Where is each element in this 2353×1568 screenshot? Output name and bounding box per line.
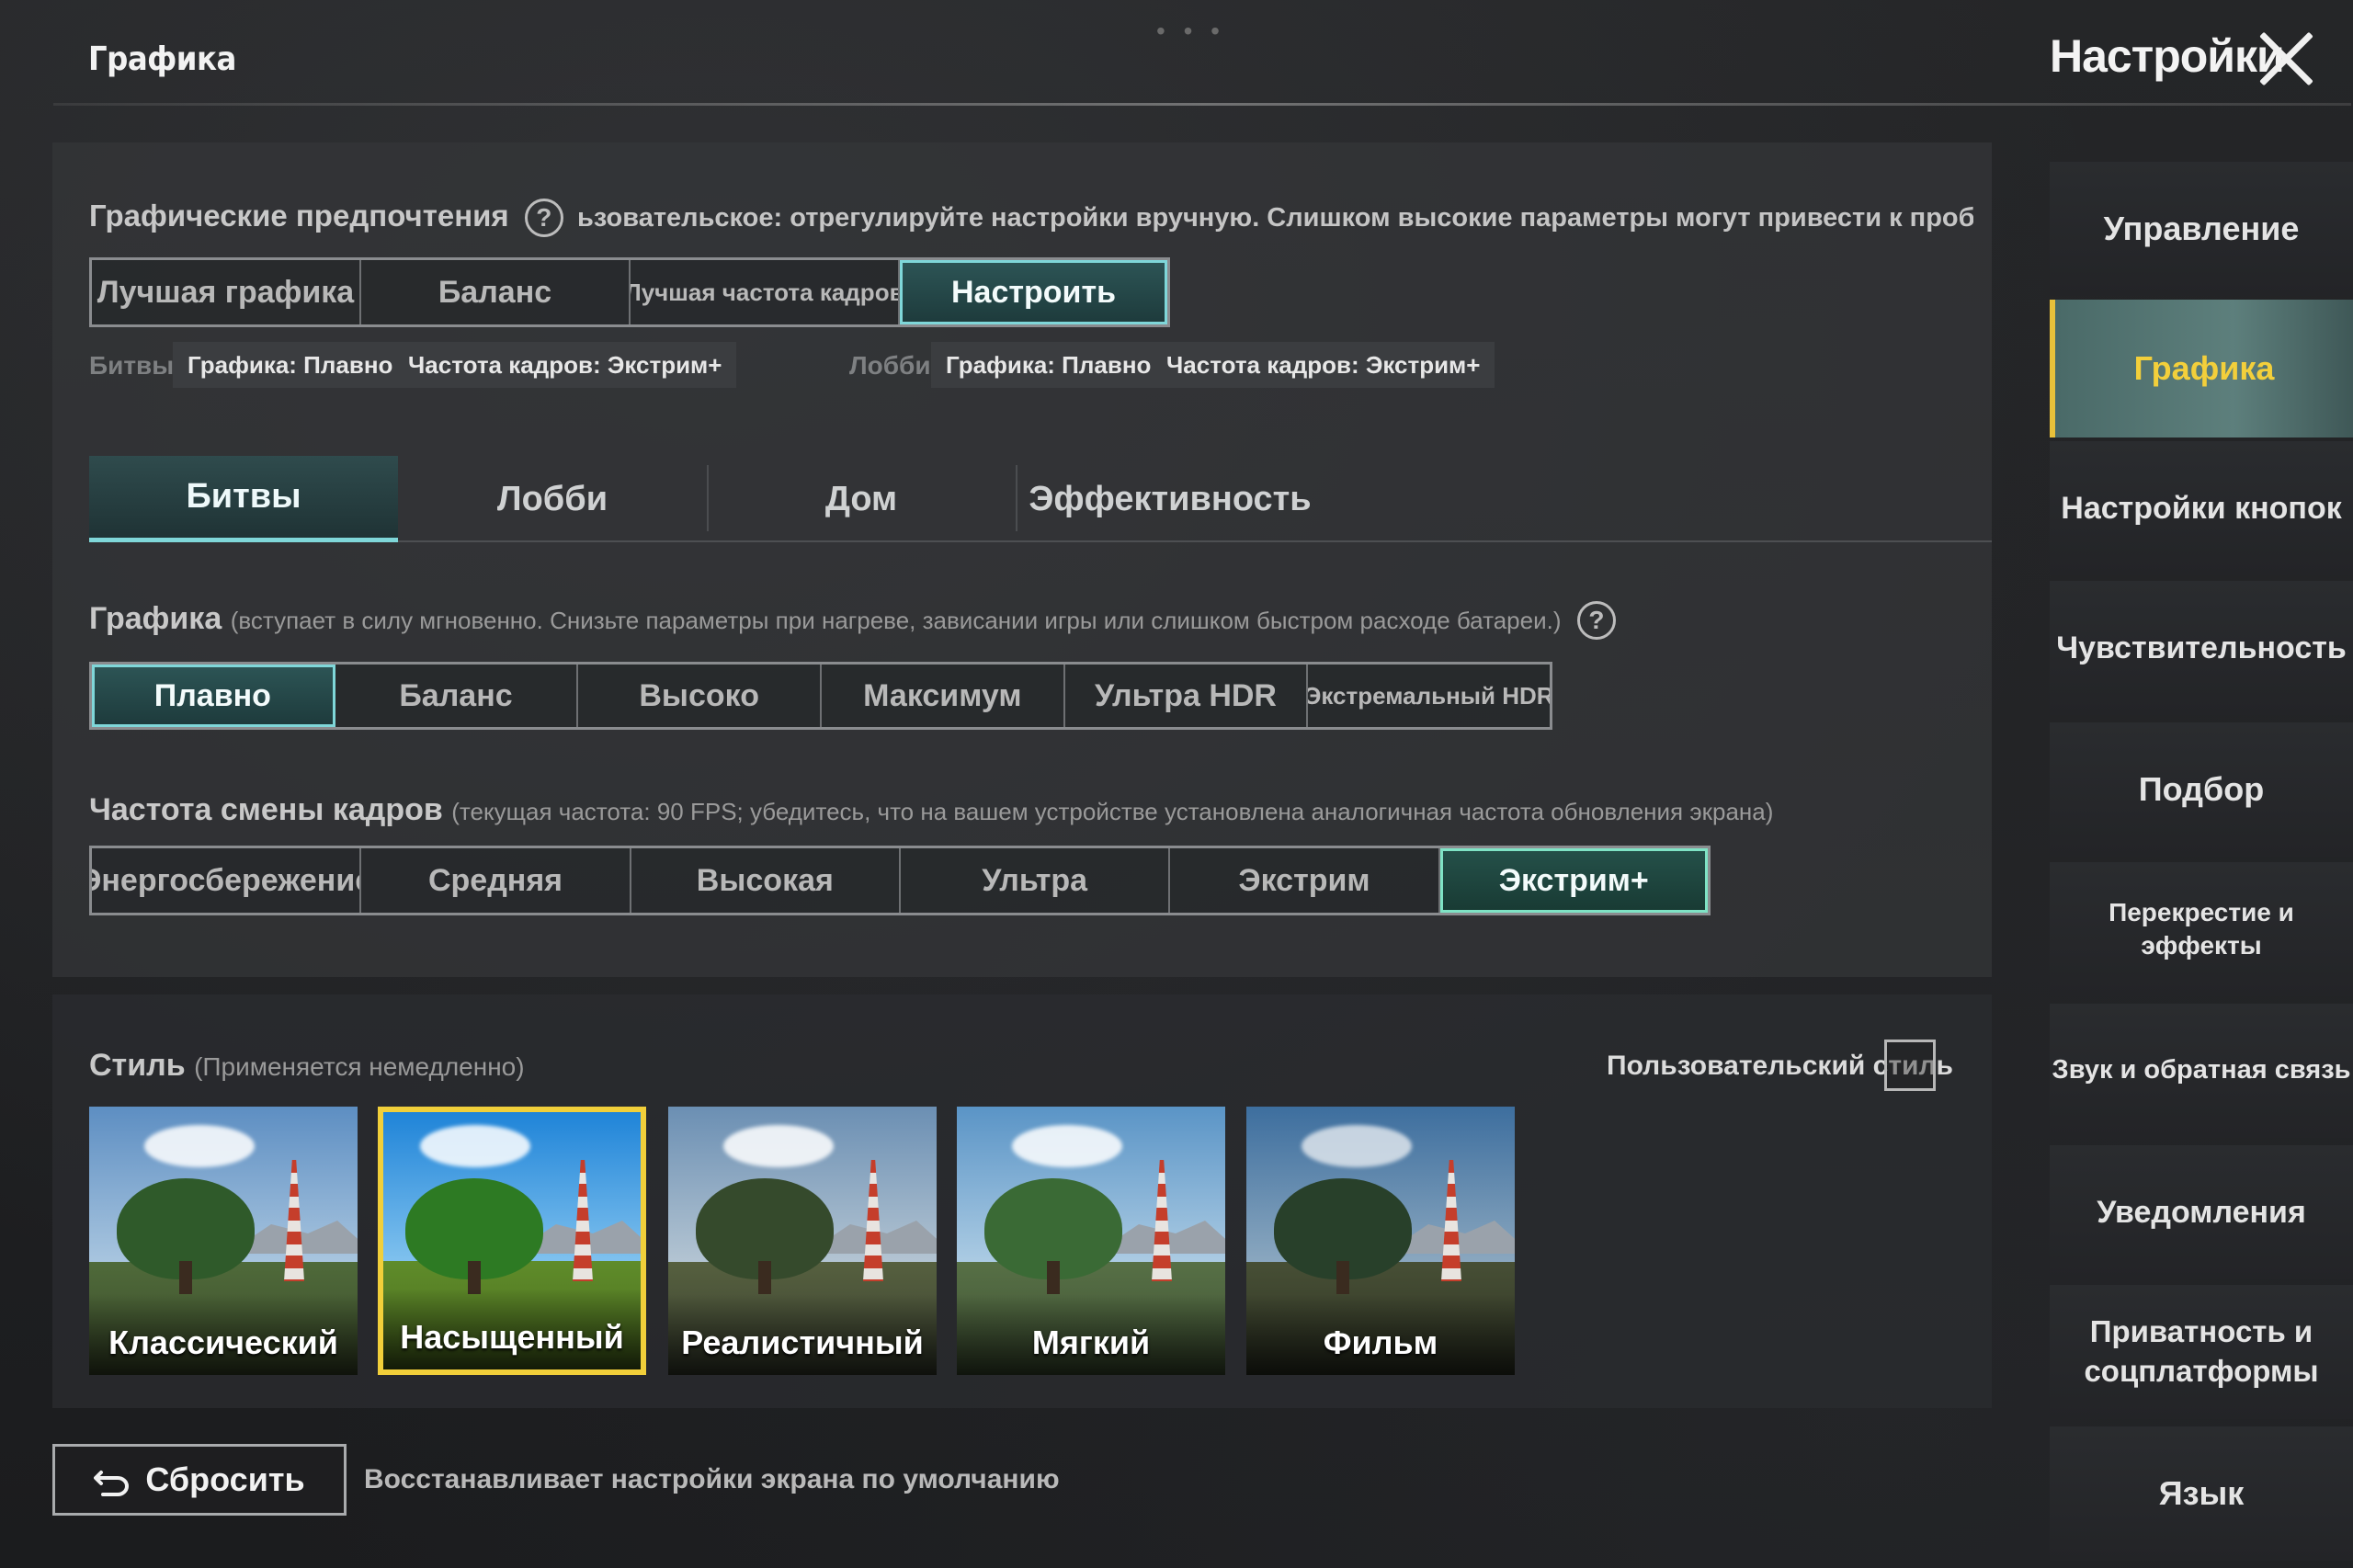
custom-style-checkbox[interactable]	[1884, 1040, 1936, 1091]
sidebar-item-matchmaking[interactable]: Подбор	[2050, 722, 2353, 857]
card-cloud	[1302, 1125, 1412, 1167]
card-cloud	[1012, 1125, 1122, 1167]
sidebar-item-button-settings[interactable]: Настройки кнопок	[2050, 441, 2353, 575]
reset-button[interactable]: Сбросить	[52, 1444, 347, 1516]
undo-icon	[94, 1466, 131, 1496]
tab-home[interactable]: Дом	[707, 456, 1016, 542]
framerate-extreme[interactable]: Экстрим	[1170, 848, 1440, 913]
sidebar-item-privacy[interactable]: Приватность и соцплатформы	[2050, 1285, 2353, 1419]
battle-framerate-chip: Частота кадров: Экстрим+	[393, 342, 737, 388]
card-trunk	[758, 1261, 771, 1294]
style-card-label: Классический	[108, 1324, 338, 1361]
framerate-high[interactable]: Высокая	[631, 848, 901, 913]
framerate-selector: Энергосбережение Средняя Высокая Ультра …	[89, 846, 1711, 915]
graphics-label: Графика	[89, 601, 222, 636]
graphics-extreme-hdr[interactable]: Экстремальный HDR	[1308, 665, 1550, 727]
style-row: Стиль (Применяется немедленно)	[89, 1048, 525, 1084]
lobby-summary-label: Лобби	[849, 351, 931, 380]
style-card-film[interactable]: Фильм	[1246, 1107, 1515, 1375]
reset-label: Сбросить	[145, 1460, 305, 1498]
framerate-ultra[interactable]: Ультра	[901, 848, 1171, 913]
style-card-classic[interactable]: Классический	[89, 1107, 358, 1375]
preferences-row: Графические предпочтения ? ьзовательское…	[89, 199, 1973, 238]
tab-battles[interactable]: Битвы	[89, 456, 398, 542]
card-trunk	[179, 1261, 192, 1294]
sidebar-item-sound-feedback[interactable]: Звук и обратная связь	[2050, 1004, 2353, 1138]
sidebar-item-controls[interactable]: Управление	[2050, 162, 2353, 296]
tab-lobby[interactable]: Лобби	[398, 456, 707, 542]
card-trunk	[1047, 1261, 1060, 1294]
top-bar: Графика • • • Настройки	[0, 0, 2353, 110]
settings-sidebar: Управление Графика Настройки кнопок Чувс…	[2050, 110, 2353, 1568]
lobby-framerate-chip: Частота кадров: Экстрим+	[1152, 342, 1495, 388]
graphics-balance[interactable]: Баланс	[335, 665, 579, 727]
style-card-label: Фильм	[1323, 1324, 1438, 1361]
graphics-smooth[interactable]: Плавно	[92, 665, 335, 727]
style-card-saturated[interactable]: Насыщенный	[378, 1107, 646, 1375]
card-cloud	[723, 1125, 834, 1167]
sidebar-item-language[interactable]: Язык	[2050, 1426, 2353, 1561]
sidebar-item-sensitivity[interactable]: Чувствительность	[2050, 581, 2353, 715]
drag-handle-dots[interactable]: • • •	[1156, 17, 1225, 46]
sidebar-item-graphics[interactable]: Графика	[2050, 300, 2353, 437]
card-trunk	[1336, 1261, 1349, 1294]
preferences-description: ьзовательское: отрегулируйте настройки в…	[577, 203, 1973, 233]
graphics-high[interactable]: Высоко	[578, 665, 823, 727]
close-icon[interactable]	[2256, 26, 2320, 90]
style-card-label: Реалистичный	[681, 1324, 924, 1361]
framerate-row: Частота смены кадров (текущая частота: 9…	[89, 792, 1927, 828]
help-icon[interactable]: ?	[1576, 601, 1616, 641]
framerate-label: Частота смены кадров	[89, 792, 443, 827]
battle-graphics-chip: Графика: Плавно	[173, 342, 408, 388]
graphics-hint: (вступает в силу мгновенно. Снизьте пара…	[230, 607, 1562, 634]
card-cloud	[144, 1125, 255, 1167]
header-divider	[53, 103, 2351, 106]
preference-custom[interactable]: Настроить	[900, 260, 1167, 324]
graphics-ultra-hdr[interactable]: Ультра HDR	[1065, 665, 1309, 727]
card-cloud	[420, 1125, 530, 1167]
preference-best-framerate[interactable]: Лучшая частота кадров	[631, 260, 900, 324]
tab-efficiency[interactable]: Эффективность	[1016, 456, 1324, 542]
section-title: Графика	[88, 40, 236, 78]
style-card-realistic[interactable]: Реалистичный	[668, 1107, 937, 1375]
style-card-soft[interactable]: Мягкий	[957, 1107, 1225, 1375]
mode-tabs: Битвы Лобби Дом Эффективность	[89, 456, 1992, 542]
graphics-row: Графика (вступает в силу мгновенно. Сниз…	[89, 601, 1652, 641]
style-label: Стиль	[89, 1048, 186, 1083]
style-card-label: Насыщенный	[400, 1318, 624, 1356]
settings-title: Настройки	[2050, 30, 2285, 82]
graphics-max[interactable]: Максимум	[822, 665, 1065, 727]
sidebar-item-notifications[interactable]: Уведомления	[2050, 1145, 2353, 1279]
framerate-hint: (текущая частота: 90 FPS; убедитесь, что…	[451, 798, 1774, 825]
preference-balance[interactable]: Баланс	[361, 260, 631, 324]
sidebar-item-crosshair-effects[interactable]: Перекрестие и эффекты	[2050, 862, 2353, 996]
battle-summary-label: Битвы	[89, 351, 175, 380]
framerate-medium[interactable]: Средняя	[361, 848, 631, 913]
reset-description: Восстанавливает настройки экрана по умол…	[364, 1464, 1060, 1494]
preference-best-graphics[interactable]: Лучшая графика	[92, 260, 361, 324]
preferences-label: Графические предпочтения	[89, 199, 509, 233]
preferences-selector: Лучшая графика Баланс Лучшая частота кад…	[89, 257, 1170, 327]
style-card-label: Мягкий	[1031, 1324, 1151, 1361]
style-hint: (Применяется немедленно)	[194, 1052, 525, 1081]
framerate-power-saving[interactable]: Энергосбережение	[92, 848, 362, 913]
lobby-graphics-chip: Графика: Плавно	[931, 342, 1166, 388]
help-icon[interactable]: ?	[524, 199, 563, 238]
framerate-extreme-plus[interactable]: Экстрим+	[1439, 848, 1708, 913]
graphics-quality-selector: Плавно Баланс Высоко Максимум Ультра HDR…	[89, 662, 1552, 730]
